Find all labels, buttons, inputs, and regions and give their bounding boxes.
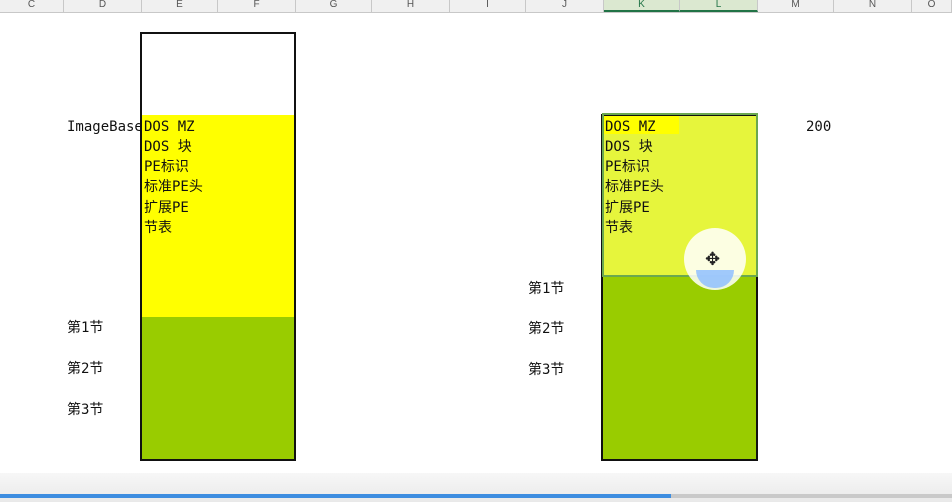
right-header-item[interactable]: PE标识 xyxy=(605,157,650,177)
video-progress-fill[interactable] xyxy=(0,494,672,498)
left-header-item[interactable]: 节表 xyxy=(144,218,172,238)
column-header-i[interactable]: I xyxy=(450,0,526,12)
left-header-item[interactable]: DOS 块 xyxy=(144,137,192,157)
right-header-item[interactable]: DOS MZ xyxy=(605,117,656,137)
column-header-j[interactable]: J xyxy=(526,0,604,12)
column-header-k[interactable]: K xyxy=(604,0,680,12)
left-header-item[interactable]: PE标识 xyxy=(144,157,189,177)
column-header-g[interactable]: G xyxy=(296,0,372,12)
left-header-item[interactable]: 扩展PE xyxy=(144,198,189,218)
left-header-item[interactable]: DOS MZ xyxy=(144,117,195,137)
column-header-e[interactable]: E xyxy=(142,0,218,12)
move-cursor-icon: ✥ xyxy=(705,249,721,270)
column-header-d[interactable]: D xyxy=(64,0,142,12)
right-header-item[interactable]: 节表 xyxy=(605,218,633,238)
column-header-h[interactable]: H xyxy=(372,0,450,12)
left-header-item[interactable]: 标准PE头 xyxy=(144,177,203,197)
column-header-n[interactable]: N xyxy=(834,0,912,12)
column-header-l[interactable]: L xyxy=(680,0,758,12)
left-section-label[interactable]: 第1节 xyxy=(67,318,103,338)
column-header-bar: C D E F G H I J K L M N O xyxy=(0,0,952,13)
right-section-label[interactable]: 第3节 xyxy=(528,360,564,380)
right-header-item[interactable]: 标准PE头 xyxy=(605,177,664,197)
column-header-o[interactable]: O xyxy=(912,0,952,12)
right-header-item[interactable]: 扩展PE xyxy=(605,198,650,218)
left-section-label[interactable]: 第3节 xyxy=(67,400,103,420)
right-header-item[interactable]: DOS 块 xyxy=(605,137,653,157)
column-header-f[interactable]: F xyxy=(218,0,296,12)
column-header-c[interactable]: C xyxy=(0,0,64,12)
right-section-label[interactable]: 第1节 xyxy=(528,279,564,299)
column-header-m[interactable]: M xyxy=(758,0,834,12)
right-section-label[interactable]: 第2节 xyxy=(528,319,564,339)
left-diagram-border[interactable] xyxy=(140,32,296,461)
left-section-label[interactable]: 第2节 xyxy=(67,359,103,379)
right-value-cell[interactable]: 200 xyxy=(806,117,831,137)
image-base-label[interactable]: ImageBase xyxy=(67,117,143,137)
